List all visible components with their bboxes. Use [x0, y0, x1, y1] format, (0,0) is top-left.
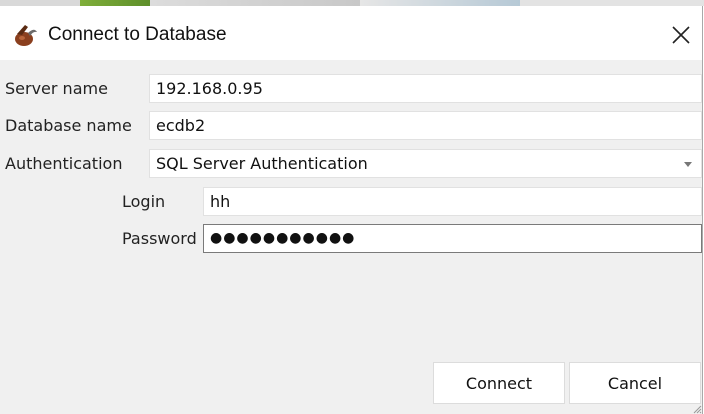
password-input[interactable]: ●●●●●●●●●●●	[203, 224, 702, 253]
close-icon	[672, 26, 690, 44]
cancel-button[interactable]: Cancel	[569, 362, 701, 404]
authentication-value: SQL Server Authentication	[156, 154, 368, 173]
app-logo-icon	[15, 25, 37, 46]
connect-dialog: Connect to Database Server name 192.168.…	[0, 6, 703, 414]
password-label: Password	[122, 229, 197, 248]
database-name-input[interactable]: ecdb2	[149, 111, 702, 140]
database-name-label: Database name	[5, 116, 132, 135]
resize-grip-icon[interactable]	[692, 404, 702, 414]
login-label: Login	[122, 192, 166, 211]
dialog-title: Connect to Database	[48, 24, 227, 45]
server-name-label: Server name	[5, 79, 108, 98]
close-button[interactable]	[665, 20, 697, 50]
authentication-label: Authentication	[5, 154, 123, 173]
authentication-select[interactable]: SQL Server Authentication	[149, 149, 702, 178]
connect-button[interactable]: Connect	[433, 362, 565, 404]
title-bar[interactable]: Connect to Database	[0, 6, 702, 60]
chevron-down-icon	[684, 162, 692, 167]
server-name-input[interactable]: 192.168.0.95	[149, 74, 702, 103]
login-input[interactable]: hh	[203, 187, 702, 216]
